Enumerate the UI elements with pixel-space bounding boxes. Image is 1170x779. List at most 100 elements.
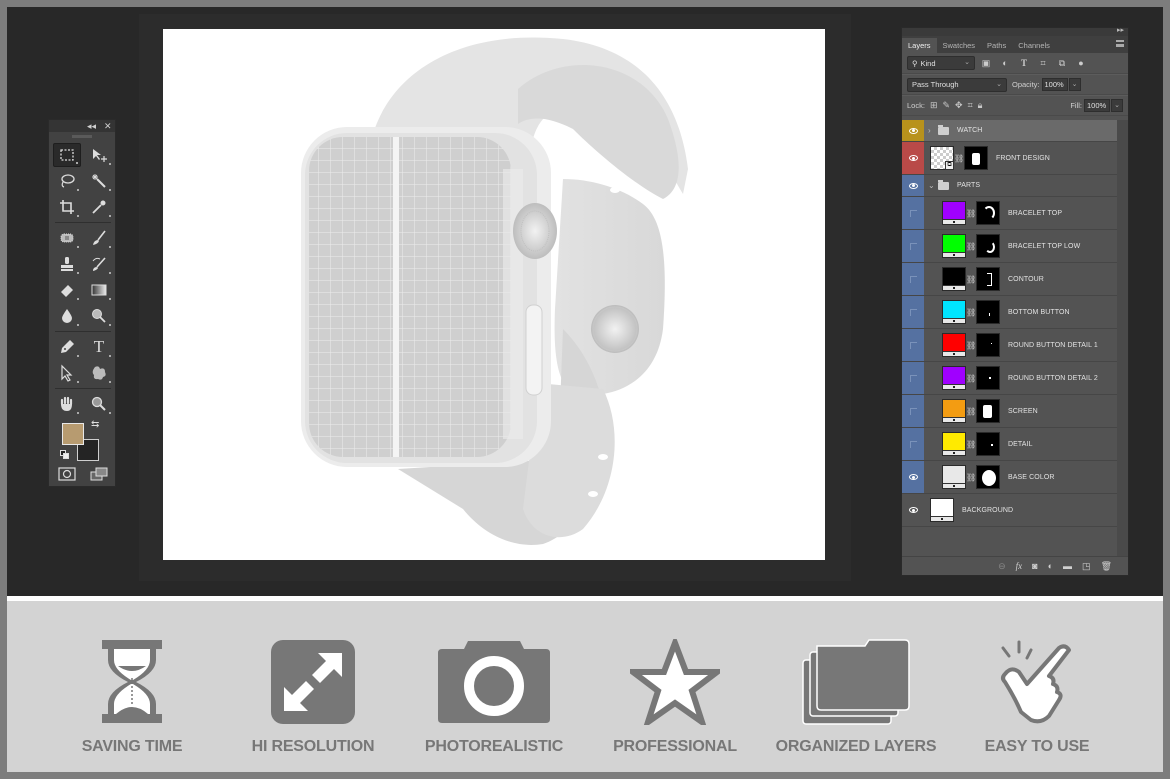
lasso-tool[interactable] [53, 169, 81, 193]
tools-panel-header[interactable]: ◂◂ ✕ [49, 120, 115, 132]
zoom-tool[interactable] [85, 392, 113, 416]
layer-row-detail[interactable]: ⛓ DETAIL [902, 428, 1118, 461]
fill-input[interactable]: 100% [1084, 99, 1110, 112]
eyedropper-tool[interactable] [85, 195, 113, 219]
layer-row-parts[interactable]: ⌄ PARTS [902, 175, 1118, 197]
clone-stamp-tool[interactable] [53, 252, 81, 276]
swap-colors-icon[interactable]: ⇆ [91, 419, 99, 430]
layer-mask-thumbnail[interactable] [976, 300, 1000, 324]
layer-mask-thumbnail[interactable] [976, 201, 1000, 225]
quick-mask-icon[interactable] [58, 467, 76, 481]
visibility-toggle[interactable] [902, 494, 924, 526]
visibility-toggle[interactable] [902, 263, 924, 295]
lock-position-icon[interactable]: ✥ [955, 100, 963, 111]
visibility-toggle[interactable] [902, 461, 924, 493]
layer-mask-thumbnail[interactable] [976, 465, 1000, 489]
delete-layer-icon[interactable]: 🗑︎ [1101, 561, 1112, 572]
visibility-toggle[interactable] [902, 230, 924, 262]
pixel-filter-icon[interactable]: ▣ [978, 56, 994, 70]
layers-scrollbar[interactable] [1117, 120, 1128, 558]
pen-tool[interactable] [53, 335, 81, 359]
layer-row-watch[interactable]: › WATCH [902, 120, 1118, 142]
visibility-toggle[interactable] [902, 428, 924, 460]
layer-mask-thumbnail[interactable] [976, 333, 1000, 357]
visibility-toggle[interactable] [902, 120, 924, 141]
close-icon[interactable]: ✕ [104, 120, 112, 132]
layer-thumbnail [942, 465, 966, 489]
move-tool[interactable] [85, 143, 113, 167]
document-canvas[interactable] [163, 29, 825, 560]
visibility-toggle[interactable] [902, 142, 924, 174]
default-colors-icon[interactable] [60, 450, 70, 460]
tab-swatches[interactable]: Swatches [937, 38, 982, 53]
layer-row-screen[interactable]: ⛓ SCREEN [902, 395, 1118, 428]
layer-row-contour[interactable]: ⛓ CONTOUR [902, 263, 1118, 296]
eraser-tool[interactable] [53, 278, 81, 302]
lock-transparent-icon[interactable]: ⊞ [930, 100, 938, 111]
filter-kind-select[interactable]: ⚲ Kind ⌄ [907, 56, 975, 70]
adjustment-layer-icon[interactable]: ◐ [1048, 561, 1053, 571]
new-layer-icon[interactable]: ◳ [1082, 561, 1091, 572]
new-group-icon[interactable]: ▬ [1063, 561, 1072, 571]
layer-row-bracelet-top[interactable]: ⛓ BRACELET TOP [902, 197, 1118, 230]
add-mask-icon[interactable]: ◙ [1032, 561, 1037, 571]
layer-mask-thumbnail[interactable] [976, 366, 1000, 390]
rectangular-marquee-tool[interactable] [53, 143, 81, 167]
chevron-right-icon[interactable]: › [928, 126, 936, 135]
hand-tool[interactable] [53, 392, 81, 416]
collapse-icon[interactable]: ▸▸ [1117, 26, 1124, 34]
custom-shape-tool[interactable] [85, 361, 113, 385]
shape-filter-icon[interactable]: ⌗ [1035, 56, 1051, 70]
opacity-input[interactable]: 100% [1041, 78, 1068, 91]
tab-paths[interactable]: Paths [981, 38, 1012, 53]
fill-dropdown[interactable]: ⌄ [1111, 99, 1123, 112]
layer-row-round-button-detail-1[interactable]: ⛓ ROUND BUTTON DETAIL 1 [902, 329, 1118, 362]
foreground-color-swatch[interactable] [62, 423, 84, 445]
type-tool[interactable]: T [85, 335, 113, 359]
layers-panel-topbar[interactable]: ▸▸ [902, 26, 1128, 36]
screen-mode-icon[interactable] [90, 467, 108, 481]
lock-artboard-icon[interactable]: ⌗ [968, 100, 973, 111]
layer-row-round-button-detail-2[interactable]: ⛓ ROUND BUTTON DETAIL 2 [902, 362, 1118, 395]
magic-wand-tool[interactable] [85, 169, 113, 193]
lock-image-icon[interactable]: ✎ [942, 100, 950, 111]
chevron-down-icon[interactable]: ⌄ [928, 181, 936, 190]
layer-row-base-color[interactable]: ⛓ BASE COLOR [902, 461, 1118, 494]
history-brush-tool[interactable] [85, 252, 113, 276]
layer-mask-thumbnail[interactable] [976, 432, 1000, 456]
gradient-tool[interactable] [85, 278, 113, 302]
dodge-tool[interactable] [85, 304, 113, 328]
layer-mask-thumbnail[interactable] [976, 234, 1000, 258]
crop-tool[interactable] [53, 195, 81, 219]
brush-tool[interactable] [85, 226, 113, 250]
blur-tool[interactable] [53, 304, 81, 328]
collapse-icon[interactable]: ◂◂ [87, 120, 96, 132]
filter-toggle-icon[interactable]: ● [1073, 56, 1089, 70]
visibility-toggle[interactable] [902, 362, 924, 394]
panel-menu-icon[interactable] [1116, 40, 1124, 47]
link-layers-icon[interactable]: ⊖ [998, 561, 1006, 572]
type-filter-icon[interactable]: T [1016, 56, 1032, 70]
adjustment-filter-icon[interactable]: ◐ [997, 56, 1013, 70]
layer-row-front-design[interactable]: ⧉ ⛓ FRONT DESIGN [902, 142, 1118, 175]
layer-mask-thumbnail[interactable] [976, 399, 1000, 423]
visibility-toggle[interactable] [902, 296, 924, 328]
visibility-toggle[interactable] [902, 175, 924, 196]
visibility-toggle[interactable] [902, 395, 924, 427]
layer-mask-thumbnail[interactable] [964, 146, 988, 170]
fx-icon[interactable]: fx [1016, 561, 1023, 571]
opacity-dropdown[interactable]: ⌄ [1068, 78, 1081, 91]
spot-healing-brush-tool[interactable] [53, 226, 81, 250]
layer-row-bracelet-top-low[interactable]: ⛓ BRACELET TOP LOW [902, 230, 1118, 263]
blend-mode-select[interactable]: Pass Through ⌄ [907, 77, 1007, 92]
visibility-toggle[interactable] [902, 197, 924, 229]
tab-channels[interactable]: Channels [1012, 38, 1056, 53]
layer-row-background[interactable]: BACKGROUND [902, 494, 1118, 527]
path-selection-tool[interactable] [53, 361, 81, 385]
tab-layers[interactable]: Layers [902, 38, 937, 53]
visibility-toggle[interactable] [902, 329, 924, 361]
lock-all-icon[interactable]: 🔒︎ [978, 100, 983, 111]
layer-mask-thumbnail[interactable] [976, 267, 1000, 291]
layer-row-bottom-button[interactable]: ⛓ BOTTOM BUTTON [902, 296, 1118, 329]
smart-object-filter-icon[interactable]: ⧉ [1054, 56, 1070, 70]
